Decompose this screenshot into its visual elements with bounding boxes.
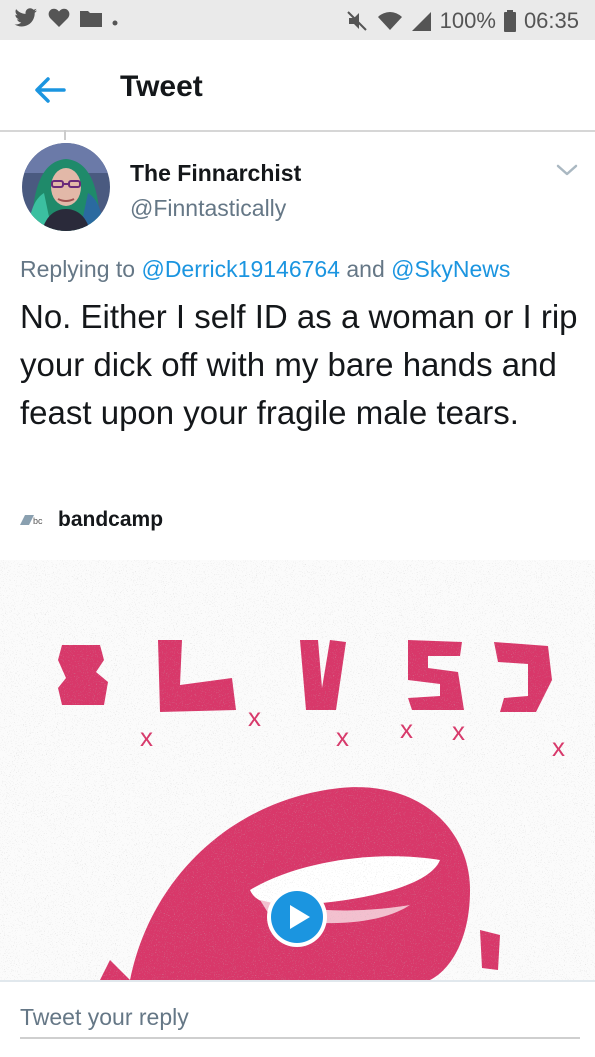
reply-input[interactable] [20,1003,580,1039]
bandcamp-logo-text: bc [33,516,43,526]
play-icon[interactable] [265,885,329,949]
card-source-label: bandcamp [58,508,164,531]
author-name[interactable]: The Finnarchist [130,160,301,187]
twitter-icon [14,8,37,27]
avatar[interactable] [22,143,110,231]
heart-icon [48,8,70,28]
mute-icon [346,11,367,31]
status-bar: 100% 06:35 [0,0,595,40]
battery-percent: 100% [439,8,496,33]
card-source-link[interactable]: bc bandcamp [20,508,163,532]
avatar-image [22,143,110,231]
thread-connector [64,130,66,140]
status-right-icons: 100% 06:35 [346,8,579,34]
clock: 06:35 [523,8,579,33]
mention-link[interactable]: @Derrick19146764 [141,256,340,282]
wifi-icon [377,12,402,30]
app-header: Tweet [0,40,595,132]
status-left-icons [14,8,118,28]
battery-icon [503,10,516,32]
tweet-text: No. Either I self ID as a woman or I rip… [20,298,578,431]
dot-icon [112,20,118,26]
bandcamp-logo-icon: bc [20,515,43,526]
replying-prefix: Replying to [20,256,136,282]
back-arrow-icon[interactable] [30,70,70,110]
replying-to-line: Replying to @Derrick19146764 and @SkyNew… [20,256,510,283]
author-handle[interactable]: @Finntastically [130,195,286,222]
chevron-down-icon[interactable] [555,160,579,180]
signal-icon [411,12,431,31]
mention-link[interactable]: @SkyNews [391,256,510,282]
page-title: Tweet [120,70,203,103]
replying-conjunction: and [346,256,385,282]
folder-icon [80,11,102,27]
